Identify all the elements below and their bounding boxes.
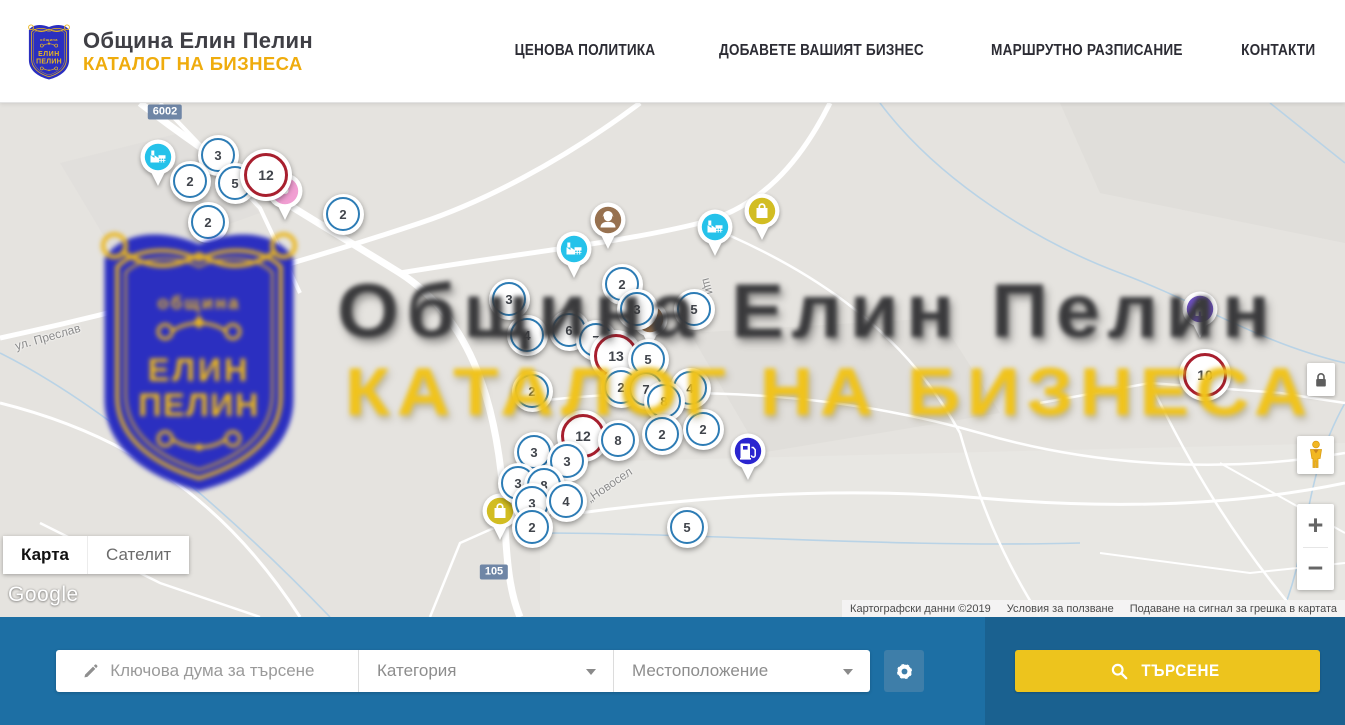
- map-type-control: Карта Сателит: [3, 536, 189, 574]
- cluster-marker[interactable]: 4: [507, 315, 548, 356]
- cluster-marker[interactable]: 5: [674, 289, 715, 330]
- attribution-terms-link[interactable]: Условия за ползване: [1007, 603, 1114, 615]
- zoom-in-button[interactable]: +: [1297, 504, 1334, 547]
- emblem-name-line1: ЕЛИН: [38, 51, 60, 58]
- advanced-settings-button[interactable]: [884, 650, 924, 692]
- cluster-marker[interactable]: 2: [512, 371, 553, 412]
- fuel-pin[interactable]: [728, 432, 768, 482]
- cluster-marker[interactable]: 2: [170, 161, 211, 202]
- zoom-out-button[interactable]: −: [1297, 548, 1334, 591]
- worker-pin[interactable]: [588, 201, 628, 251]
- cluster-marker[interactable]: 2: [512, 507, 553, 548]
- emblem-region-text: община: [40, 37, 58, 42]
- search-icon: [1111, 663, 1128, 680]
- search-submit-button[interactable]: ТЪРСЕНЕ: [1015, 650, 1320, 692]
- map-lock-button[interactable]: [1307, 363, 1335, 396]
- municipality-emblem-icon: община ЕЛИН ПЕЛИН: [25, 21, 73, 81]
- map-attribution: Картографски данни ©2019 Условия за полз…: [842, 600, 1345, 617]
- pegman-icon: [1305, 440, 1327, 470]
- search-bar: Категория Местоположение: [56, 650, 870, 692]
- search-submit-label: ТЪРСЕНЕ: [1142, 662, 1220, 681]
- category-dropdown[interactable]: Категория: [358, 650, 613, 692]
- search-panel: Категория Местоположение ТЪРСЕНЕ: [0, 617, 1345, 725]
- keyword-section: [56, 650, 358, 692]
- site-logo[interactable]: община ЕЛИН ПЕЛИН Община Елин Пелин КАТА…: [25, 21, 313, 81]
- attribution-report-error-link[interactable]: Подаване на сигнал за грешка в картата: [1130, 603, 1337, 615]
- nav-item-bus-schedule[interactable]: МАРШРУТНО РАЗПИСАНИЕ: [991, 42, 1183, 60]
- category-dropdown-label: Категория: [359, 661, 456, 681]
- page: община ЕЛИН ПЕЛИН Община Елин Пелин КАТА…: [0, 0, 1345, 725]
- cluster-marker[interactable]: 10: [1179, 349, 1231, 401]
- map-type-map-button[interactable]: Карта: [3, 536, 87, 574]
- cluster-marker[interactable]: 2: [683, 409, 724, 450]
- pencil-icon: [82, 662, 98, 681]
- location-dropdown-label: Местоположение: [614, 661, 768, 681]
- business-markers: 3251222323564713522748221283338342510: [0, 103, 1345, 617]
- nav-item-add-business[interactable]: ДОБАВЕТЕ ВАШИЯТ БИЗНЕС: [719, 42, 924, 60]
- attribution-copyright: Картографски данни ©2019: [850, 603, 991, 615]
- chevron-down-icon: [843, 669, 853, 675]
- site-subtitle: КАТАЛОГ НА БИЗНЕСА: [83, 53, 313, 74]
- map-canvas[interactable]: 6002105ул. Преславбул. „Новоселщи: [0, 103, 1345, 617]
- chevron-down-icon: [586, 669, 596, 675]
- street-view-pegman-button[interactable]: [1297, 436, 1334, 474]
- brand-text: Община Елин Пелин КАТАЛОГ НА БИЗНЕСА: [83, 28, 313, 75]
- cluster-marker[interactable]: 2: [642, 414, 683, 455]
- emblem-name-line2: ПЕЛИН: [36, 59, 62, 66]
- keyword-search-input[interactable]: [98, 661, 358, 681]
- church-pin[interactable]: [1180, 290, 1220, 340]
- header: община ЕЛИН ПЕЛИН Община Елин Пелин КАТА…: [0, 0, 1345, 103]
- site-title: Община Елин Пелин: [83, 28, 313, 53]
- lock-icon: [1314, 372, 1328, 388]
- main-nav: ЦЕНОВА ПОЛИТИКА ДОБАВЕТЕ ВАШИЯТ БИЗНЕС М…: [505, 42, 1320, 60]
- gear-icon: [893, 660, 916, 683]
- location-dropdown[interactable]: Местоположение: [613, 650, 870, 692]
- map-type-satellite-button[interactable]: Сателит: [87, 536, 189, 574]
- google-logo[interactable]: Google: [8, 583, 79, 607]
- cluster-marker[interactable]: 3: [489, 279, 530, 320]
- cluster-marker[interactable]: 3: [617, 289, 658, 330]
- bag-pin[interactable]: [742, 192, 782, 242]
- zoom-control: + −: [1297, 504, 1334, 590]
- cluster-marker[interactable]: 2: [323, 194, 364, 235]
- nav-item-pricing[interactable]: ЦЕНОВА ПОЛИТИКА: [515, 42, 656, 60]
- cluster-marker[interactable]: 5: [667, 507, 708, 548]
- cluster-marker[interactable]: 8: [598, 420, 639, 461]
- factory-pin[interactable]: [695, 208, 735, 258]
- cluster-marker[interactable]: 12: [240, 149, 292, 201]
- cluster-marker[interactable]: 2: [188, 202, 229, 243]
- nav-item-contacts[interactable]: КОНТАКТИ: [1241, 42, 1315, 60]
